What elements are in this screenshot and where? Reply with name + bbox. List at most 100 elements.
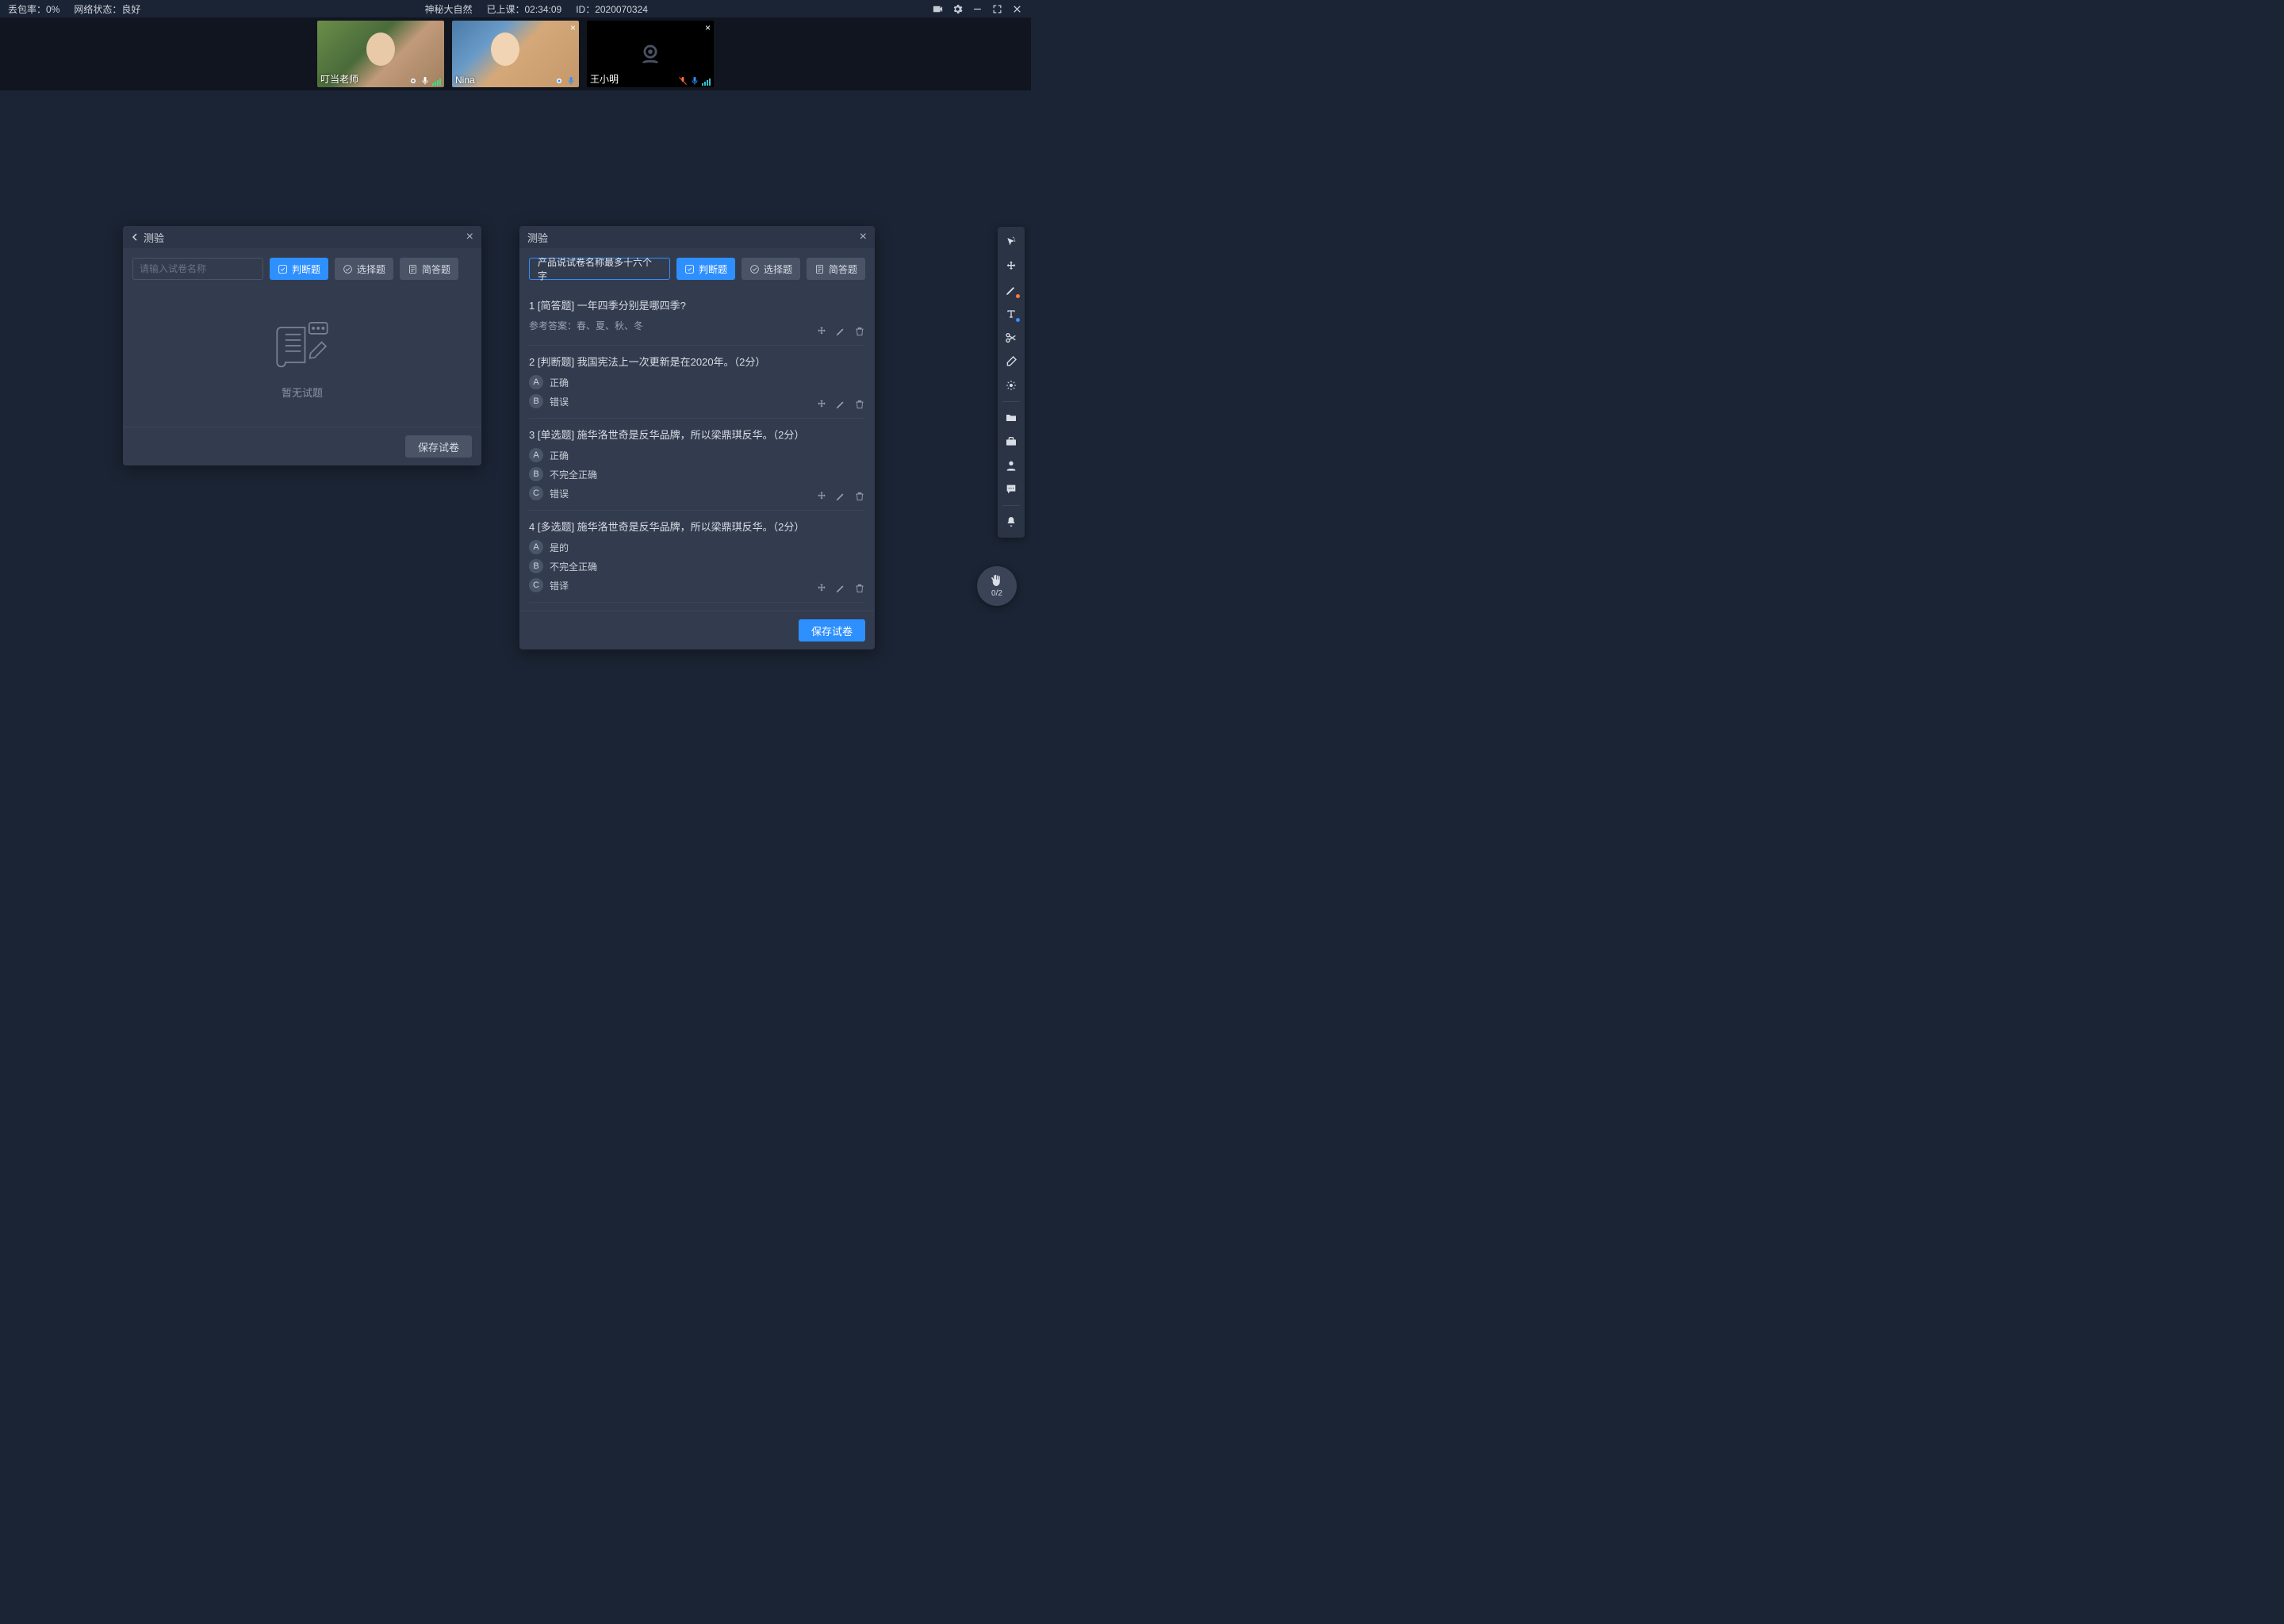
- video-strip: 叮当老师 × Nina × 王小明: [0, 17, 1031, 90]
- move-tool-icon[interactable]: [1000, 255, 1022, 278]
- option-text: 正确: [550, 449, 569, 462]
- tile-close-icon[interactable]: ×: [570, 22, 576, 33]
- short-answer-button[interactable]: 简答题: [400, 258, 458, 280]
- option-letter: B: [529, 467, 543, 481]
- option-row[interactable]: B 不完全正确: [529, 559, 865, 573]
- question-actions: [816, 326, 865, 337]
- answer-label: 参考答案：春、夏、秋、冬: [529, 319, 865, 332]
- judge-question-button[interactable]: 判断题: [676, 258, 735, 280]
- participant-name: 王小明: [590, 72, 619, 86]
- bell-icon[interactable]: [1000, 511, 1022, 533]
- video-tile[interactable]: 叮当老师: [317, 21, 444, 87]
- question-heading: 4 [多选题] 施华洛世奇是反华品牌，所以梁鼎琪反华。（2分）: [529, 519, 865, 534]
- edit-icon[interactable]: [835, 326, 846, 337]
- question-item: 1 [简答题] 一年四季分别是哪四季? 参考答案：春、夏、秋、冬: [529, 289, 865, 346]
- option-text: 不完全正确: [550, 560, 597, 573]
- close-icon[interactable]: ×: [466, 230, 473, 244]
- option-row[interactable]: B 不完全正确: [529, 467, 865, 481]
- option-letter: A: [529, 448, 543, 462]
- option-row[interactable]: B 错误: [529, 394, 865, 408]
- pen-tool-icon[interactable]: [1000, 279, 1022, 301]
- option-letter: B: [529, 559, 543, 573]
- option-row[interactable]: A 正确: [529, 448, 865, 462]
- option-row[interactable]: C错误: [529, 486, 865, 500]
- toolbox-icon[interactable]: [1000, 431, 1022, 453]
- signal-icon: [432, 76, 441, 86]
- option-text: 错译: [550, 579, 569, 592]
- option-row[interactable]: A正确: [529, 375, 865, 389]
- hand-count: 0/2: [991, 589, 1002, 598]
- option-letter: A: [529, 540, 543, 554]
- panel-title: 测验: [144, 230, 466, 245]
- elapsed-time: 已上课：02:34:09: [486, 2, 561, 16]
- panel-title: 测验: [527, 230, 860, 245]
- folder-icon[interactable]: [1000, 407, 1022, 429]
- tile-close-icon[interactable]: ×: [705, 22, 711, 33]
- quiz-name-input[interactable]: [132, 258, 263, 280]
- save-quiz-button[interactable]: 保存试卷: [799, 619, 865, 642]
- fullscreen-icon[interactable]: [991, 3, 1003, 15]
- option-letter: B: [529, 394, 543, 408]
- mic-icon: [690, 76, 699, 86]
- close-icon[interactable]: ×: [860, 230, 867, 244]
- delete-icon[interactable]: [854, 326, 865, 337]
- pointer-tool-icon[interactable]: [1000, 232, 1022, 254]
- video-tile[interactable]: × Nina: [452, 21, 579, 87]
- text-tool-icon[interactable]: [1000, 303, 1022, 325]
- scissors-tool-icon[interactable]: [1000, 327, 1022, 349]
- question-heading: 1 [简答题] 一年四季分别是哪四季?: [529, 297, 865, 312]
- delete-icon[interactable]: [854, 399, 865, 410]
- packet-loss: 丢包率：0%: [8, 2, 59, 16]
- option-text: 不完全正确: [550, 468, 597, 481]
- move-icon[interactable]: [816, 399, 827, 410]
- move-icon[interactable]: [816, 326, 827, 337]
- close-window-icon[interactable]: [1011, 3, 1023, 15]
- question-actions: [816, 399, 865, 410]
- short-answer-button[interactable]: 简答题: [807, 258, 865, 280]
- participant-name: 叮当老师: [320, 72, 358, 86]
- question-heading: 2 [判断题] 我国宪法上一次更新是在2020年。（2分）: [529, 354, 865, 369]
- option-text: 正确: [550, 376, 569, 389]
- chat-icon[interactable]: [1000, 478, 1022, 500]
- option-text: 错误: [550, 395, 569, 408]
- option-row[interactable]: A 是的: [529, 540, 865, 554]
- option-letter: C: [529, 578, 543, 592]
- person-icon[interactable]: [1000, 454, 1022, 477]
- edit-icon[interactable]: [835, 399, 846, 410]
- question-heading: 3 [单选题] 施华洛世奇是反华品牌，所以梁鼎琪反华。（2分）: [529, 427, 865, 442]
- record-icon: [554, 76, 564, 86]
- laser-tool-icon[interactable]: [1000, 374, 1022, 396]
- delete-icon[interactable]: [854, 491, 865, 502]
- quiz-panel-empty: 测验 × 判断题 选择题 简答题 暂无试题 保存试: [123, 226, 481, 465]
- settings-icon[interactable]: [952, 3, 964, 15]
- move-icon[interactable]: [816, 583, 827, 594]
- record-icon: [408, 76, 418, 86]
- network-status: 网络状态：良好: [74, 2, 140, 16]
- choice-question-button[interactable]: 选择题: [335, 258, 393, 280]
- mic-muted-icon: [678, 76, 688, 86]
- raise-hand-badge[interactable]: 0/2: [977, 566, 1017, 606]
- question-item: 4 [多选题] 施华洛世奇是反华品牌，所以梁鼎琪反华。（2分） A 是的 B 不完全正确…: [529, 511, 865, 603]
- move-icon[interactable]: [816, 491, 827, 502]
- right-toolbar: [998, 227, 1025, 538]
- quiz-name-field[interactable]: 产品说试卷名称最多十六个字: [529, 258, 670, 280]
- quiz-panel-editor: 测验 × 产品说试卷名称最多十六个字 判断题 选择题 简答题 1 [简答题] 一…: [519, 226, 875, 649]
- back-icon[interactable]: [131, 233, 139, 241]
- option-text: 是的: [550, 541, 569, 554]
- course-title: 神秘大自然: [424, 2, 472, 16]
- mic-icon: [566, 76, 576, 86]
- empty-text: 暂无试题: [282, 385, 323, 400]
- edit-icon[interactable]: [835, 491, 846, 502]
- save-quiz-button[interactable]: 保存试卷: [405, 435, 472, 458]
- judge-question-button[interactable]: 判断题: [270, 258, 328, 280]
- edit-icon[interactable]: [835, 583, 846, 594]
- delete-icon[interactable]: [854, 583, 865, 594]
- eraser-tool-icon[interactable]: [1000, 350, 1022, 373]
- video-tile[interactable]: × 王小明: [587, 21, 714, 87]
- question-item: 3 [单选题] 施华洛世奇是反华品牌，所以梁鼎琪反华。（2分） A 正确 B 不完全正确…: [529, 419, 865, 511]
- minimize-icon[interactable]: [971, 3, 983, 15]
- choice-question-button[interactable]: 选择题: [742, 258, 800, 280]
- question-list: 1 [简答题] 一年四季分别是哪四季? 参考答案：春、夏、秋、冬 2 [判断题] …: [519, 289, 875, 611]
- option-row[interactable]: C 错译: [529, 578, 865, 592]
- camera-toggle-icon[interactable]: [932, 3, 944, 15]
